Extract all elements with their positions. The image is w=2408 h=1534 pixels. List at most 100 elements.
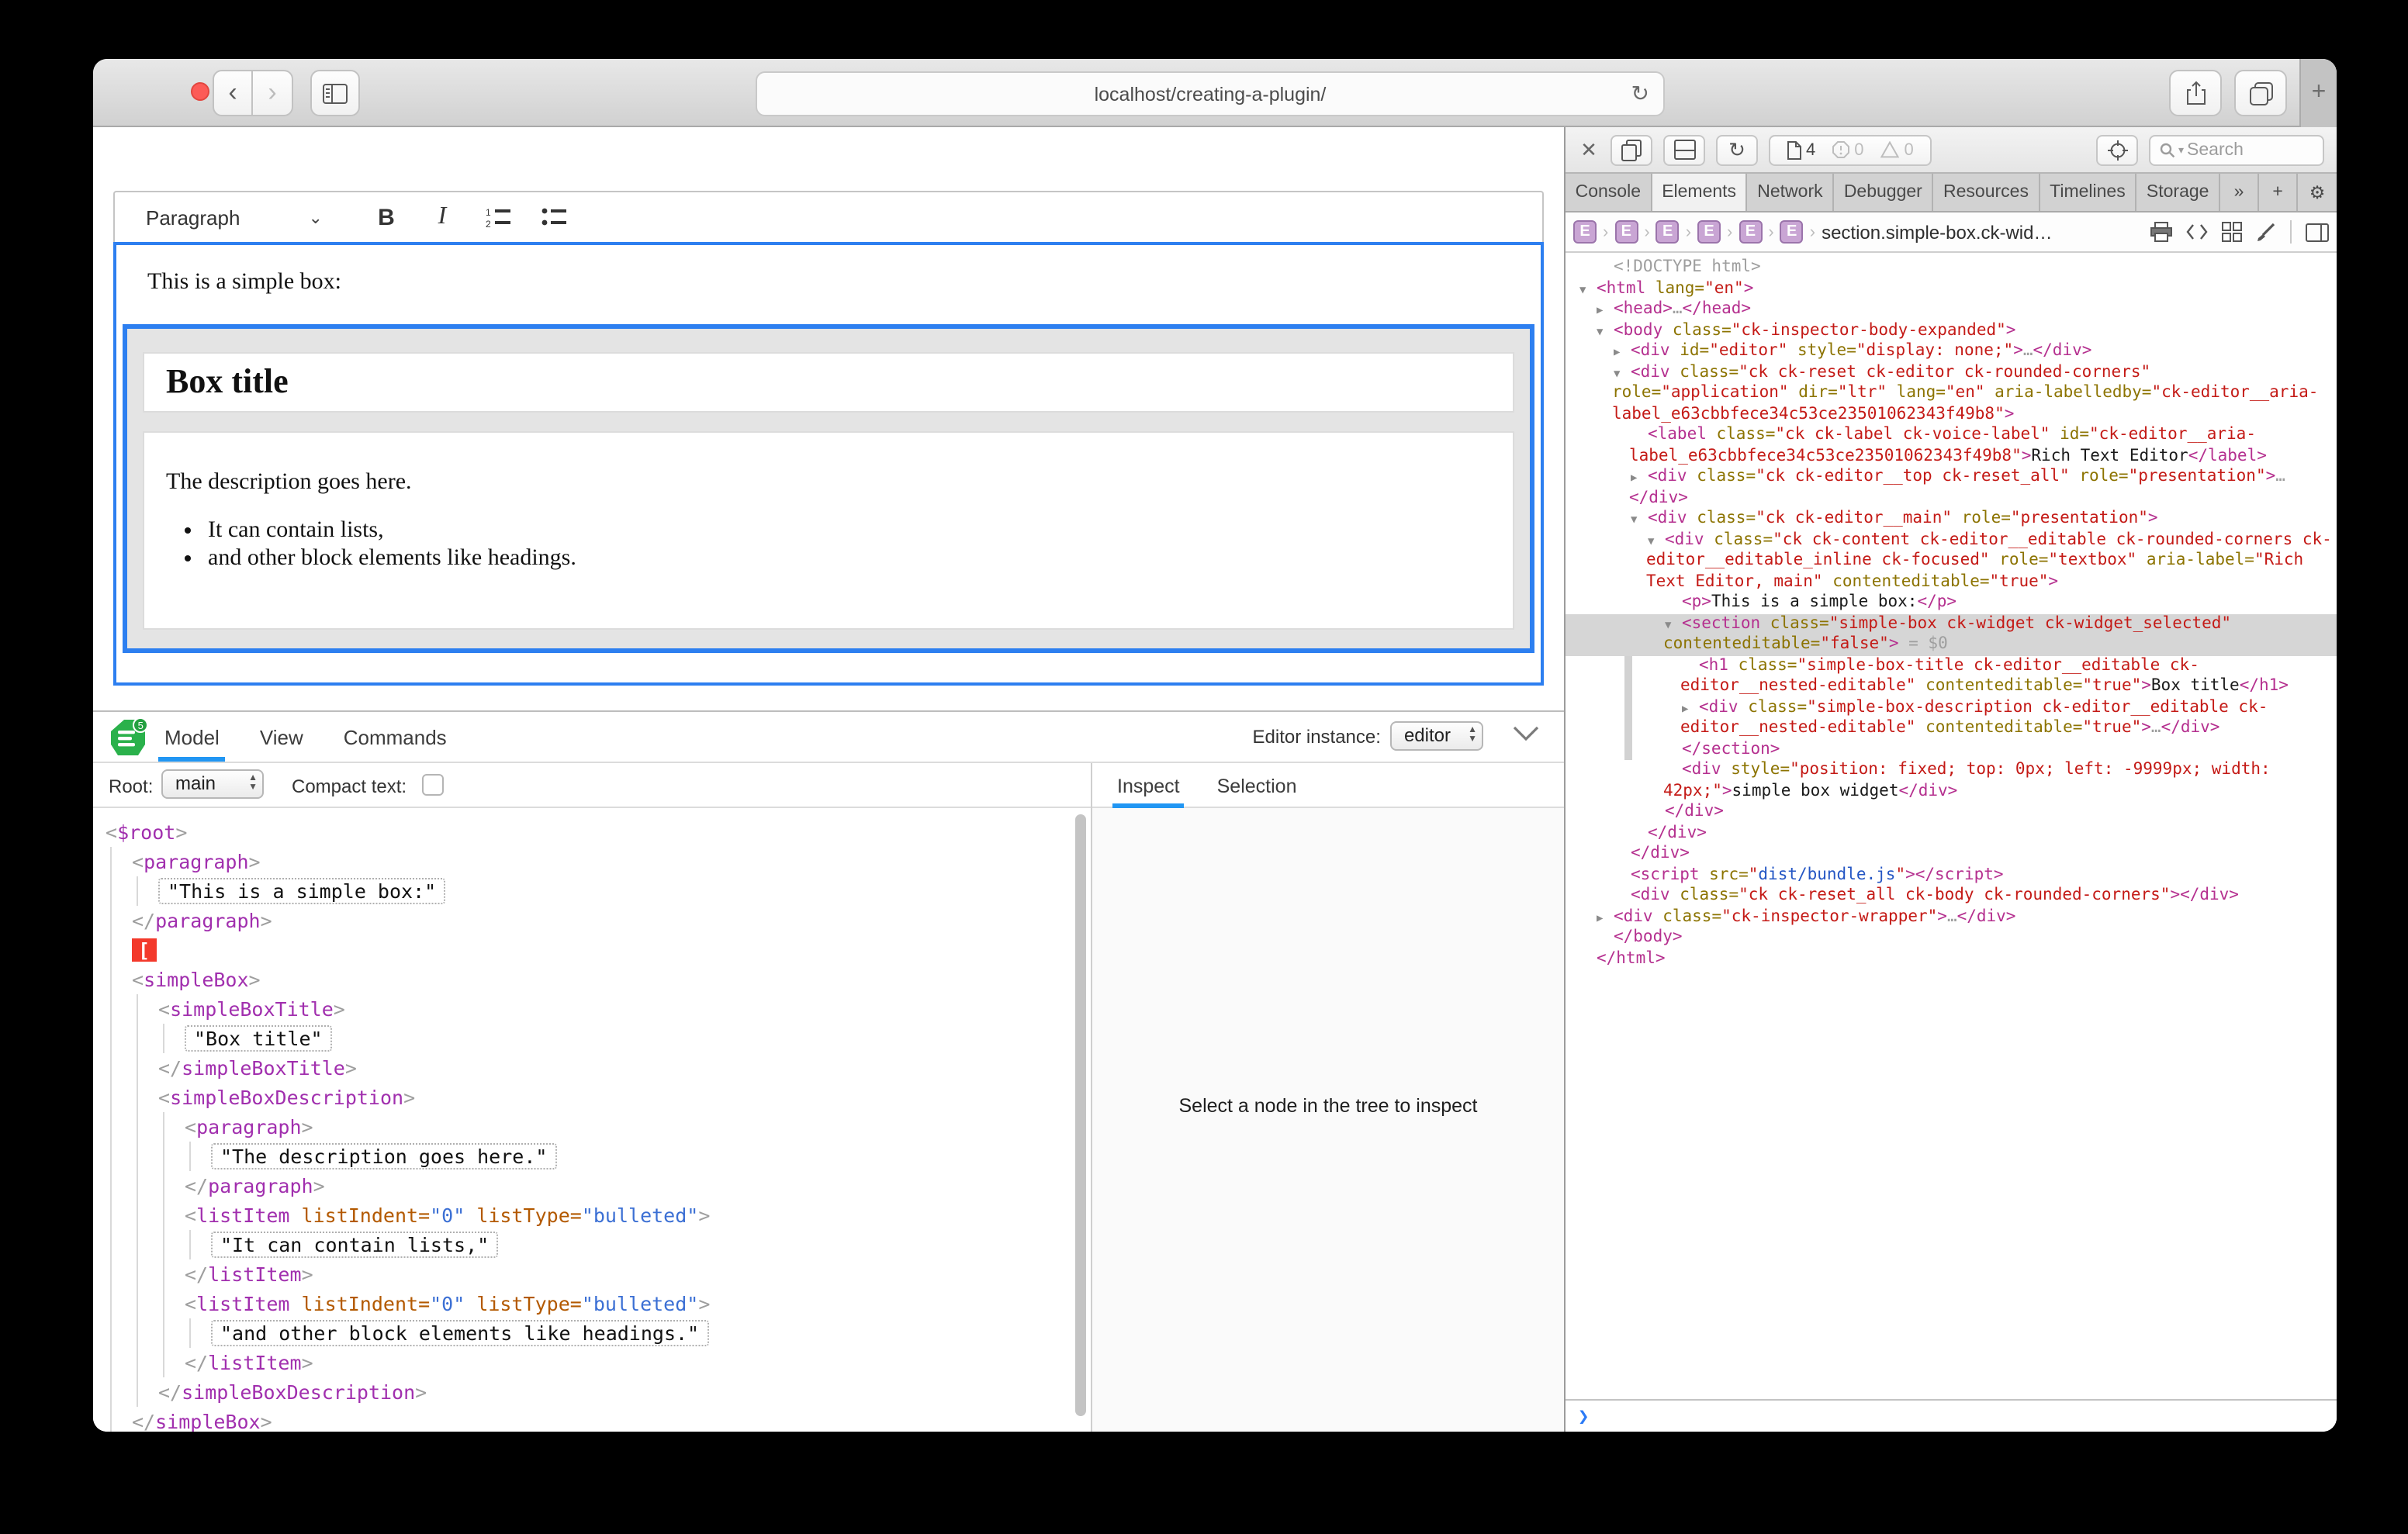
collapse-arrow-icon[interactable]: ▼ [1648,531,1654,552]
root-select[interactable]: main ▲▼ [161,769,264,799]
breadcrumb-current[interactable]: section.simple-box.ck-wid… [1822,221,2052,243]
breadcrumb[interactable]: E›E›E›E›E›E› [1573,220,1815,244]
editor-instance-select[interactable]: editor ▲▼ [1390,721,1483,751]
compact-text-checkbox[interactable] [422,774,444,796]
url-field[interactable]: localhost/creating-a-plugin/ ↻ [756,71,1665,116]
back-button[interactable]: ‹ [213,70,253,116]
reload-page-button[interactable]: ↻ [1716,134,1758,165]
dom-tree-line[interactable]: </section> [1566,739,2337,760]
collapse-arrow-icon[interactable]: ▼ [1614,364,1620,385]
model-tree-line[interactable]: "This is a simple box:" [93,876,1091,906]
model-text-node[interactable]: "The description goes here." [211,1143,556,1170]
expand-arrow-icon[interactable]: ▶ [1597,301,1603,322]
sidebar-toggle-button[interactable] [310,70,360,116]
model-tree-line[interactable]: <listItem listIndent="0" listType="bulle… [93,1289,1091,1318]
model-tree-line[interactable]: "It can contain lists," [93,1230,1091,1259]
dom-tree-line[interactable]: <p>This is a simple box:</p> [1566,593,2337,613]
close-devtools-button[interactable]: ✕ [1578,137,1600,162]
simple-box-title[interactable]: Box title [143,352,1514,413]
element-badge[interactable]: E [1614,220,1638,244]
bold-button[interactable]: B [362,197,411,237]
dom-tree-line[interactable]: ▼<div class="ck ck-content ck-editor__ed… [1566,530,2337,593]
collapse-arrow-icon[interactable]: ▼ [1665,615,1671,636]
dom-tree[interactable]: <!DOCTYPE html>▼<html lang="en">▶<head>…… [1566,253,2337,1399]
model-tree-line[interactable]: </simpleBoxDescription> [93,1377,1091,1407]
model-text-node[interactable]: "It can contain lists," [211,1232,498,1258]
model-tree-line[interactable]: </listItem> [93,1348,1091,1377]
dom-tree-line[interactable]: </div> [1566,802,2337,823]
heading-dropdown[interactable]: Paragraph ⌄ [146,206,355,229]
rich-text-editable[interactable]: This is a simple box: Box title The desc… [113,242,1544,686]
devtools-tab-debugger[interactable]: Debugger [1834,174,1933,211]
list-item[interactable]: and other block elements like headings. [208,546,1491,572]
styles-brush-icon[interactable] [2256,222,2276,242]
model-tree-line[interactable]: <paragraph> [93,847,1091,876]
share-button[interactable] [2169,70,2222,116]
model-tree-line[interactable]: </listItem> [93,1259,1091,1289]
model-tree-line[interactable]: <listItem listIndent="0" listType="bulle… [93,1201,1091,1230]
model-text-node[interactable]: "and other block elements like headings.… [211,1320,708,1346]
tab-model[interactable]: Model [164,712,220,762]
new-tab-button[interactable]: + [2299,59,2337,127]
collapse-arrow-icon[interactable]: ▼ [1597,322,1603,343]
element-badge[interactable]: E [1780,220,1804,244]
resource-counters[interactable]: 4 0 [1769,134,1932,165]
dom-tree-line[interactable]: <h1 class="simple-box-title ck-editor__e… [1566,655,2337,697]
console-prompt[interactable]: ❯ [1566,1399,2337,1432]
element-badge[interactable]: E [1573,220,1597,244]
model-tree-line[interactable]: "and other block elements like headings.… [93,1318,1091,1348]
devtools-new-tab-button[interactable]: + [2259,174,2298,211]
dom-tree-line[interactable]: </div> [1566,823,2337,844]
devtools-search-field[interactable]: ▾ Search [2149,134,2324,165]
devtools-tab-elements[interactable]: Elements [1652,174,1748,211]
dom-tree-line[interactable]: <script src="dist/bundle.js"></script> [1566,865,2337,886]
model-tree-line[interactable]: <simpleBox> [93,965,1091,994]
model-tree-line[interactable]: </paragraph> [93,906,1091,935]
model-tree-line[interactable]: [ [93,935,1091,965]
tab-selection[interactable]: Selection [1217,763,1297,808]
model-text-node[interactable]: "This is a simple box:" [158,878,445,904]
dom-tree-line[interactable]: ▼<body class="ck-inspector-body-expanded… [1566,320,2337,341]
collapse-inspector-icon[interactable] [1513,726,1539,741]
dom-tree-line[interactable]: ▶<div class="ck ck-editor__top ck-reset_… [1566,467,2337,509]
list-item[interactable]: It can contain lists, [208,518,1491,544]
tab-view[interactable]: View [260,712,303,762]
numbered-list-button[interactable]: 1 2 [473,197,523,237]
tab-overview-button[interactable] [2234,70,2287,116]
element-badge[interactable]: E [1697,220,1721,244]
simple-box-widget[interactable]: Box title The description goes here. It … [123,324,1534,653]
element-picker-button[interactable] [2096,134,2138,165]
simple-box-description[interactable]: The description goes here. It can contai… [143,431,1514,630]
dom-tree-line[interactable]: ▶<div id="editor" style="display: none;"… [1566,341,2337,362]
dom-tree-line[interactable]: ▼<html lang="en"> [1566,278,2337,299]
devtools-settings-gear-icon[interactable]: ⚙ [2298,174,2337,211]
model-tree-line[interactable]: </paragraph> [93,1171,1091,1201]
forward-button[interactable]: › [253,70,293,116]
dock-bottom-button[interactable] [1663,134,1705,165]
scrollbar-thumb[interactable] [1075,814,1086,1416]
devtools-tab-overflow[interactable]: » [2220,174,2259,211]
model-tree-line[interactable]: </simpleBox> [93,1407,1091,1432]
dom-tree-line[interactable]: ▼<div class="ck ck-editor__main" role="p… [1566,509,2337,530]
element-badge[interactable]: E [1656,220,1680,244]
collapse-arrow-icon[interactable]: ▼ [1631,510,1637,531]
grid-overlay-icon[interactable] [2222,222,2242,242]
dom-tree-line[interactable]: <!DOCTYPE html> [1566,257,2337,278]
dom-tree-line[interactable]: ▶<div class="simple-box-description ck-e… [1566,697,2337,739]
dom-tree-line[interactable]: </body> [1566,928,2337,948]
italic-button[interactable]: I [417,197,467,237]
model-tree-line[interactable]: <paragraph> [93,1112,1091,1142]
description-list[interactable]: It can contain lists,and other block ele… [208,518,1491,572]
devtools-tab-console[interactable]: Console [1566,174,1652,211]
dom-tree-line[interactable]: <div class="ck ck-reset_all ck-body ck-r… [1566,886,2337,907]
model-tree-line[interactable]: <$root> [93,817,1091,847]
expand-arrow-icon[interactable]: ▶ [1682,699,1688,720]
dom-tree-line[interactable]: </div> [1566,844,2337,865]
dom-tree-line[interactable]: <label class="ck ck-label ck-voice-label… [1566,425,2337,467]
dom-tree-line[interactable]: <div style="position: fixed; top: 0px; l… [1566,760,2337,802]
devtools-tab-network[interactable]: Network [1748,174,1835,211]
model-tree[interactable]: <$root><paragraph>"This is a simple box:… [93,808,1091,1432]
code-brackets-icon[interactable] [2186,223,2208,240]
collapse-arrow-icon[interactable]: ▼ [1579,280,1586,301]
model-tree-line[interactable]: "The description goes here." [93,1142,1091,1171]
